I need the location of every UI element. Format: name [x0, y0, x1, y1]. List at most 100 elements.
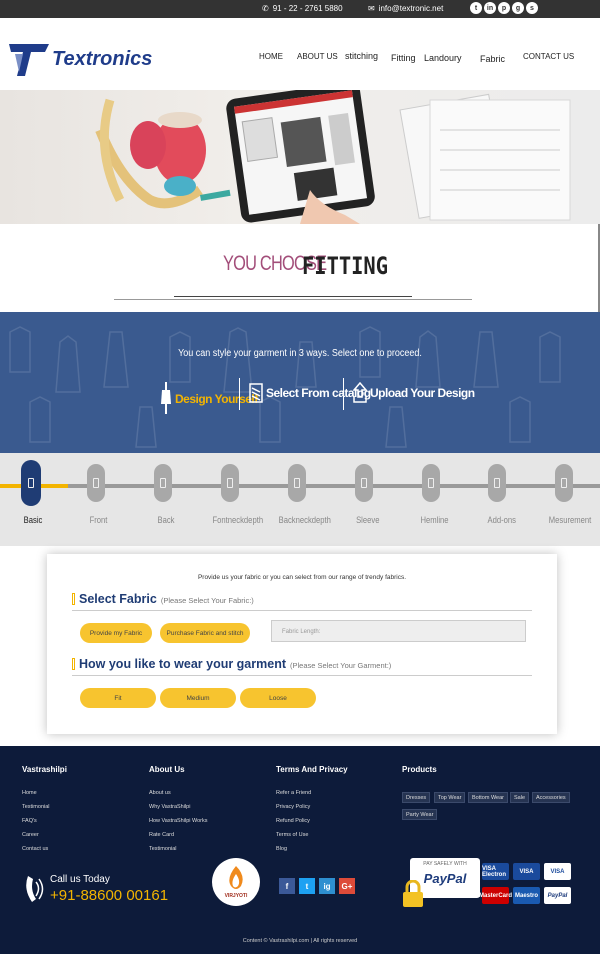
nav-landoury[interactable]: Landoury: [424, 53, 462, 63]
footer-link-terms[interactable]: Terms of Use: [276, 832, 308, 838]
step-icon: [93, 478, 99, 488]
visa-icon: VISA: [513, 863, 540, 880]
phone-contact[interactable]: ✆ 91 - 22 - 2761 5880: [262, 4, 343, 13]
nav-fabric[interactable]: Fabric: [480, 54, 505, 64]
step-fontneckdepth[interactable]: [221, 464, 239, 502]
option-label: Design Yourself: [175, 392, 258, 406]
header: Textronics HOME ABOUT US stitching Fitti…: [0, 18, 600, 90]
garment-fit-heading: How you like to wear your garment (Pleas…: [72, 657, 391, 671]
footer-link-refund[interactable]: Refund Policy: [276, 818, 310, 824]
option-design-yourself[interactable]: Design Yourself: [160, 382, 258, 416]
footer-link-why[interactable]: Why VastraShilpi: [149, 804, 190, 810]
pay-safely-text: PAY SAFELY WITH: [423, 861, 467, 867]
fabric-length-input[interactable]: Fabric Length:: [271, 620, 526, 642]
step-label: Fontneckdepth: [212, 515, 264, 525]
skype-icon[interactable]: s: [526, 2, 538, 14]
footer-link-testimonial[interactable]: Testimonial: [149, 846, 177, 852]
upload-icon: [353, 382, 367, 403]
footer-col-title: Vastrashilpi: [22, 765, 67, 774]
nav-home[interactable]: HOME: [259, 52, 283, 61]
google-plus-icon[interactable]: G+: [339, 878, 355, 894]
logo[interactable]: Textronics: [9, 42, 152, 76]
footer-col-title: Products: [402, 765, 437, 774]
pinterest-icon[interactable]: p: [498, 2, 510, 14]
step-label: Add-ons: [487, 515, 517, 525]
step-back[interactable]: [154, 464, 172, 502]
flame-icon: [229, 865, 243, 889]
nav-fitting[interactable]: Fitting: [391, 53, 416, 63]
purchase-fabric-button[interactable]: Purchase Fabric and stitch: [160, 623, 250, 643]
step-label: Backneckdepth: [278, 515, 331, 525]
step-mesurement[interactable]: [555, 464, 573, 502]
nav-contact-us[interactable]: CONTACT US: [523, 52, 574, 61]
divider: [72, 610, 532, 611]
heading-text: Select Fabric: [79, 592, 157, 606]
select-fabric-heading: Select Fabric (Please Select Your Fabric…: [72, 592, 254, 606]
product-tag[interactable]: Top Wear: [434, 792, 466, 803]
heading-marker: [72, 658, 75, 670]
brand-logo: VIRJYOTI: [212, 858, 260, 906]
step-basic[interactable]: [21, 460, 41, 506]
step-icon: [160, 478, 166, 488]
step-icon: [361, 478, 367, 488]
step-icon: [428, 478, 434, 488]
call-number[interactable]: +91-88600 00161: [50, 887, 168, 904]
footer-link-privacy[interactable]: Privacy Policy: [276, 804, 310, 810]
product-tag[interactable]: Accessories: [532, 792, 570, 803]
step-icon: [494, 478, 500, 488]
step-label: Basic: [23, 515, 43, 525]
footer-link-home[interactable]: Home: [22, 790, 37, 796]
footer-link-career[interactable]: Career: [22, 832, 39, 838]
option-upload-design[interactable]: Upload Your Design: [353, 382, 475, 404]
footer-link-contact[interactable]: Contact us: [22, 846, 48, 852]
product-tag[interactable]: Sale: [510, 792, 530, 803]
footer-link-rate-card[interactable]: Rate Card: [149, 832, 174, 838]
title-underline-inner: [174, 296, 412, 297]
footer-link-faqs[interactable]: FAQ's: [22, 818, 37, 824]
footer-link-testimonial[interactable]: Testimonial: [22, 804, 50, 810]
product-tag[interactable]: Party Wear: [402, 809, 438, 820]
footer-link-refer[interactable]: Refer a Friend: [276, 790, 311, 796]
phone-number: 91 - 22 - 2761 5880: [272, 4, 343, 13]
step-label: Sleeve: [356, 515, 380, 525]
twitter-icon[interactable]: t: [299, 878, 315, 894]
product-tag[interactable]: Bottom Wear: [468, 792, 508, 803]
nav-about-us[interactable]: ABOUT US: [297, 52, 338, 61]
step-sleeve[interactable]: [355, 464, 373, 502]
top-bar: ✆ 91 - 22 - 2761 5880 ✉ info@textronic.n…: [0, 0, 600, 18]
product-tag[interactable]: Dresses: [402, 792, 431, 803]
step-front[interactable]: [87, 464, 105, 502]
loose-button[interactable]: Loose: [240, 688, 316, 708]
step-hemline[interactable]: [422, 464, 440, 502]
step-icon: [227, 478, 233, 488]
instagram-icon[interactable]: ig: [319, 878, 335, 894]
footer-link-how[interactable]: How VastraShilpi Works: [149, 818, 207, 824]
title-underline: [114, 299, 472, 300]
step-label: Front: [89, 515, 108, 525]
style-options-message: You can style your garment in 3 ways. Se…: [178, 348, 422, 359]
option-label: Upload Your Design: [370, 386, 475, 400]
step-backneckdepth[interactable]: [288, 464, 306, 502]
medium-button[interactable]: Medium: [160, 688, 236, 708]
fit-button[interactable]: Fit: [80, 688, 156, 708]
footer-col-title: Terms And Privacy: [276, 765, 348, 774]
step-add-ons[interactable]: [488, 464, 506, 502]
mail-icon: ✉: [368, 4, 375, 13]
heading-sub: (Please Select Your Garment:): [290, 661, 392, 670]
visa-icon: VISA: [544, 863, 571, 880]
nav-stitching[interactable]: stitching: [345, 51, 378, 61]
google-plus-icon[interactable]: g: [512, 2, 524, 14]
email-contact[interactable]: ✉ info@textronic.net: [368, 4, 443, 13]
logo-text: Textronics: [52, 47, 153, 70]
step-icon: [294, 478, 300, 488]
logo-mark-icon: [9, 44, 49, 76]
footer-link-about[interactable]: About us: [149, 790, 171, 796]
provide-fabric-button[interactable]: Provide my Fabric: [80, 623, 152, 643]
linkedin-icon[interactable]: in: [484, 2, 496, 14]
footer-link-blog[interactable]: Blog: [276, 846, 287, 852]
phone-icon: ✆: [262, 4, 269, 13]
facebook-icon[interactable]: f: [279, 878, 295, 894]
footer: Vastrashilpi Home Testimonial FAQ's Care…: [0, 746, 600, 954]
twitter-icon[interactable]: t: [470, 2, 482, 14]
social-links: t in p g s: [470, 2, 538, 14]
